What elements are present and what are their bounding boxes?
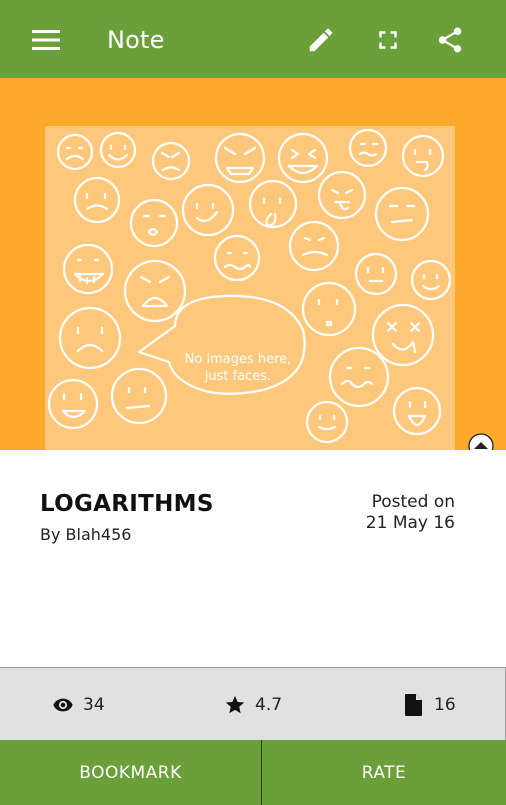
rating-stat: 4.7: [224, 692, 282, 718]
cover-image: No images here, just faces.: [45, 126, 455, 450]
hamburger-menu-icon[interactable]: [29, 22, 63, 58]
note-cover: No images here, just faces.: [0, 78, 506, 459]
star-icon: [225, 695, 245, 714]
rating-value: 4.7: [255, 695, 283, 715]
app-bar-title: Note: [107, 26, 165, 54]
cover-caption-line1: No images here,: [185, 352, 292, 367]
posted-date: 21 May 16: [365, 513, 455, 533]
fullscreen-icon[interactable]: [371, 22, 405, 58]
posted-label: Posted on: [371, 492, 455, 512]
note-info: LOGARITHMS By Blah456 Posted on 21 May 1…: [0, 450, 506, 667]
posted-date-block: Posted on 21 May 16: [366, 492, 455, 534]
stats-bar: 34 4.7 16: [0, 667, 506, 740]
pages-count: 16: [434, 695, 456, 715]
rate-button[interactable]: RATE: [262, 740, 506, 805]
share-icon[interactable]: [433, 22, 467, 58]
note-title: LOGARITHMS: [40, 491, 214, 517]
eye-icon: [53, 698, 73, 712]
note-author[interactable]: By Blah456: [40, 525, 131, 544]
pages-stat: 16: [403, 692, 456, 718]
app-bar: Note: [0, 0, 506, 78]
action-bar: BOOKMARK RATE: [0, 740, 506, 805]
cover-caption-line2: just faces.: [204, 369, 271, 384]
bookmark-button[interactable]: BOOKMARK: [0, 740, 261, 805]
views-count: 34: [83, 695, 105, 715]
views-stat: 34: [52, 692, 105, 718]
faces-doodle-illustration: No images here, just faces.: [47, 128, 452, 444]
pencil-icon[interactable]: [304, 22, 338, 58]
document-icon: [405, 694, 422, 716]
